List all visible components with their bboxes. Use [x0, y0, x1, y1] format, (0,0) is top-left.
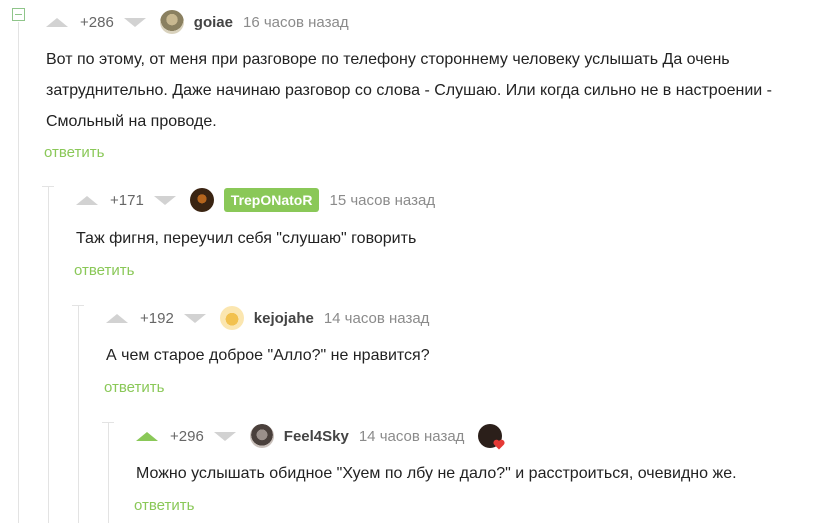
downvote-icon[interactable] — [213, 431, 236, 441]
upvote-icon[interactable] — [106, 313, 128, 323]
avatar[interactable] — [249, 424, 274, 448]
comment-header: +286 goiae 16 часов назад — [46, 7, 349, 37]
avatar[interactable] — [159, 10, 184, 34]
thread-branch — [72, 305, 84, 306]
thread-line — [108, 422, 109, 523]
comment-time: 15 часов назад — [329, 191, 436, 209]
comment-text: Таж фигня, переучил себя "слушаю" говори… — [76, 230, 417, 247]
downvote-icon[interactable] — [123, 17, 146, 27]
comment-rating: +296 — [170, 427, 204, 445]
upvote-icon[interactable] — [76, 195, 98, 205]
reply-link[interactable]: ответить — [104, 379, 164, 396]
reply-link[interactable]: ответить — [134, 497, 194, 514]
comment-header: +296 Feel4Sky 14 часов назад — [136, 421, 505, 451]
downvote-icon[interactable] — [183, 313, 206, 323]
comment-rating: +286 — [80, 13, 114, 31]
avatar[interactable] — [189, 188, 214, 212]
donor-badge-icon[interactable] — [478, 424, 505, 450]
comment-header: +171 TrepONatoR 15 часов назад — [76, 185, 435, 215]
reply-link[interactable]: ответить — [74, 262, 134, 279]
downvote-icon[interactable] — [153, 195, 176, 205]
comment-text: Можно услышать обидное "Хуем по лбу не д… — [136, 465, 737, 482]
comment-author[interactable]: Feel4Sky — [284, 428, 349, 445]
comment-author[interactable]: TrepONatoR — [223, 188, 320, 212]
comment-rating: +171 — [110, 191, 144, 209]
thread-branch — [42, 186, 54, 187]
comment-text: Вот по этому, от меня при разговоре по т… — [46, 51, 772, 130]
comment-author[interactable]: kejojahe — [254, 310, 314, 327]
heart-icon — [493, 439, 505, 450]
reply-link[interactable]: ответить — [44, 144, 104, 161]
comment-text: А чем старое доброе "Алло?" не нравится? — [106, 347, 430, 364]
upvote-icon[interactable] — [136, 431, 158, 441]
comment-time: 14 часов назад — [323, 309, 430, 327]
comment-author[interactable]: goiae — [194, 14, 233, 31]
thread-line — [78, 305, 79, 523]
thread-line — [18, 22, 19, 523]
thread-line — [48, 186, 49, 523]
upvote-icon[interactable] — [46, 17, 68, 27]
comment-time: 14 часов назад — [358, 427, 465, 445]
comment-rating: +192 — [140, 309, 174, 327]
comment-time: 16 часов назад — [242, 13, 349, 31]
collapse-toggle[interactable] — [12, 8, 25, 21]
thread-branch — [102, 422, 114, 423]
avatar[interactable] — [219, 306, 244, 330]
comment-header: +192 kejojahe 14 часов назад — [106, 303, 429, 333]
